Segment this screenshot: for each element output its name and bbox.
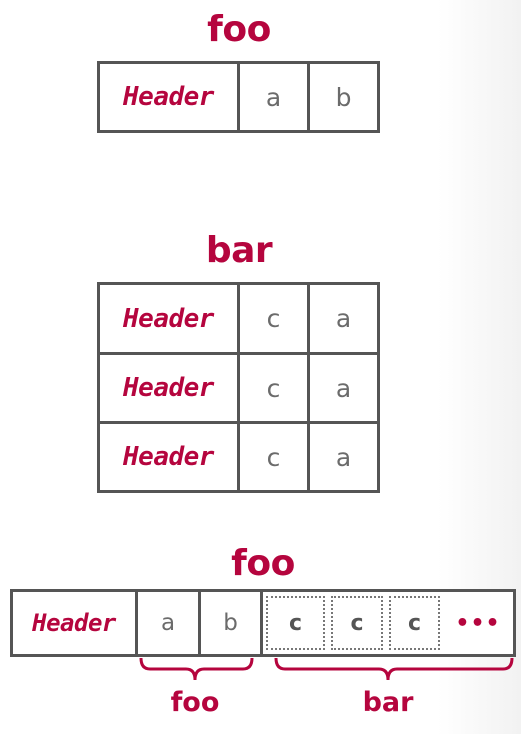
foo-brace bbox=[139, 657, 254, 681]
combined-value-cell: a bbox=[138, 592, 201, 654]
repeated-cell: c bbox=[263, 592, 328, 654]
bar-value-cell: a bbox=[310, 355, 377, 424]
bar-value-cell: c bbox=[240, 285, 310, 355]
ellipsis-icon: ••• bbox=[455, 610, 501, 636]
repeated-cell: c bbox=[386, 592, 443, 654]
foo-value-cell: b bbox=[335, 82, 352, 112]
bar-value-cell: a bbox=[335, 442, 352, 472]
foo-table: Header a b bbox=[97, 61, 380, 133]
bar-brace-label: bar bbox=[362, 687, 414, 718]
bar-table: Header c a Header c a Header c a bbox=[97, 282, 380, 493]
bar-title: bar bbox=[205, 230, 273, 271]
bar-value-cell: c bbox=[240, 355, 310, 424]
foo-title: foo bbox=[207, 9, 271, 50]
repeated-cell: c bbox=[328, 592, 386, 654]
bar-value-cell: c bbox=[240, 424, 310, 490]
repeated-value: c bbox=[266, 596, 325, 650]
foo-header-cell: Header bbox=[100, 64, 240, 130]
bar-brace bbox=[274, 657, 514, 681]
bar-value-cell: a bbox=[310, 285, 377, 355]
bar-header-cell: Header bbox=[100, 424, 240, 490]
repeated-value: c bbox=[389, 596, 440, 650]
bar-header-cell: Header bbox=[100, 285, 240, 355]
combined-table: Header a b c c c ••• bbox=[10, 589, 516, 657]
braces bbox=[139, 657, 514, 681]
repeated-value: c bbox=[331, 596, 383, 650]
foo-brace-label: foo bbox=[170, 687, 220, 718]
combined-value-cell: b bbox=[201, 592, 263, 654]
foo-value-cell: a bbox=[240, 64, 310, 130]
combined-title: foo bbox=[231, 543, 295, 584]
bar-header-cell: Header bbox=[100, 355, 240, 424]
combined-header-cell: Header bbox=[13, 592, 138, 654]
